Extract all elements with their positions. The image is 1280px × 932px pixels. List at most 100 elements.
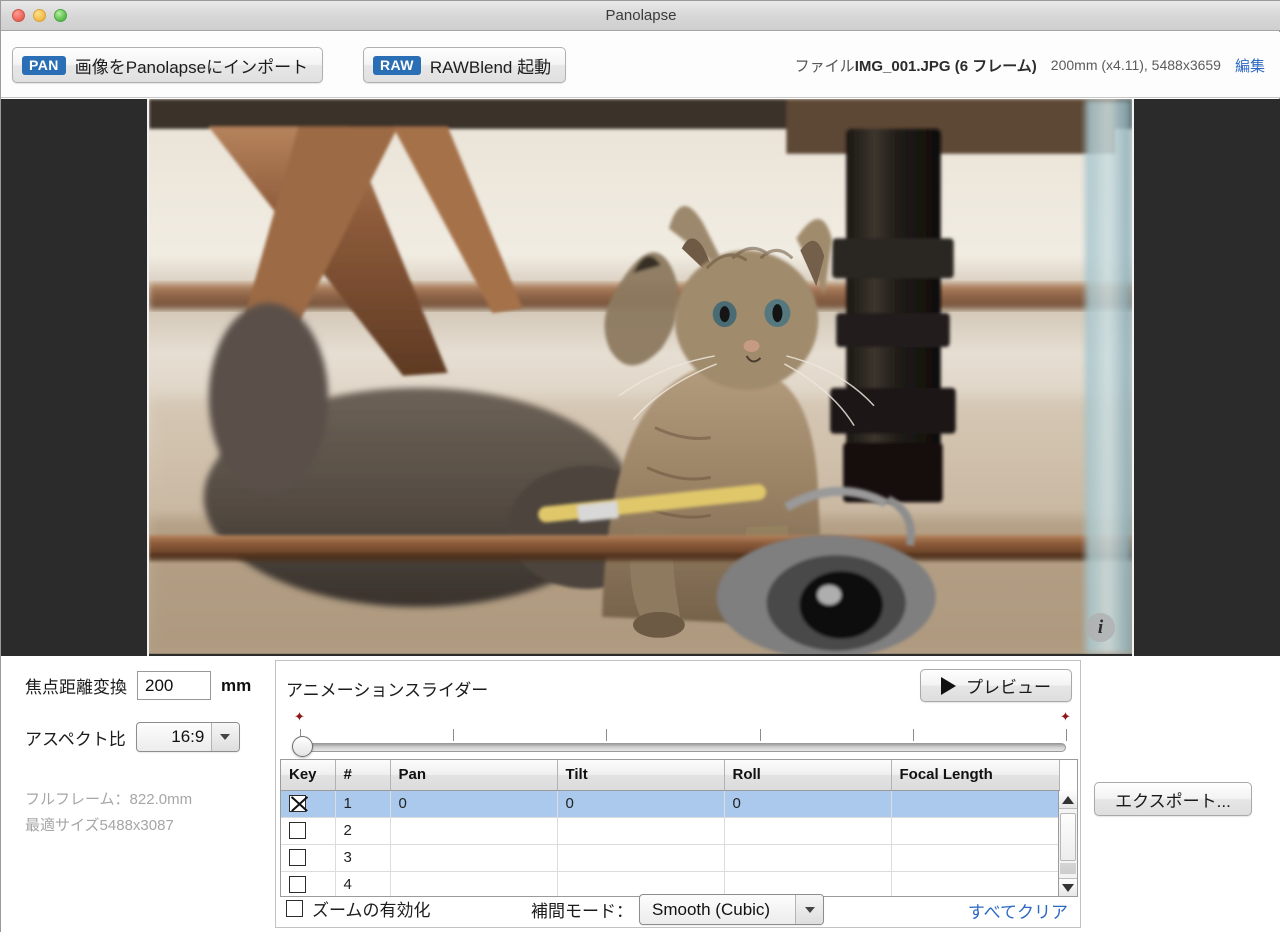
keyframe-table: Key # Pan Tilt Roll Focal Length 1000234 — [281, 760, 1060, 896]
interpolation-mode-label: 補間モード： — [531, 902, 633, 921]
table-header-tilt[interactable]: Tilt — [557, 760, 725, 791]
enable-zoom-checkbox[interactable]: ズームの有効化 — [286, 896, 431, 921]
slider-tick — [912, 729, 914, 741]
row-index-cell[interactable]: 1 — [335, 790, 391, 818]
play-icon — [941, 676, 956, 695]
window-controls — [12, 9, 67, 22]
animation-footer: ズームの有効化 補間モード： Smooth (Cubic) すべてクリア — [282, 891, 1074, 925]
tilt-cell[interactable]: 0 — [557, 790, 725, 818]
slider-track[interactable] — [300, 743, 1066, 752]
roll-cell[interactable]: 0 — [724, 790, 892, 818]
table-body: 1000234 — [281, 790, 1060, 896]
focal-length-cell[interactable] — [891, 817, 1060, 845]
chevron-down-icon — [795, 895, 823, 924]
import-images-label: 画像をPanolapseにインポート — [74, 57, 309, 77]
clear-all-link[interactable]: すべてクリア — [968, 898, 1068, 923]
focal-length-cell[interactable] — [891, 844, 1060, 872]
pan-cell[interactable] — [390, 817, 558, 845]
table-header-key[interactable]: Key — [281, 760, 336, 791]
slider-tick — [1066, 729, 1067, 741]
fullframe-hint: フルフレーム：822.0mm — [25, 791, 193, 808]
animation-panel: アニメーションスライダー プレビュー ✦ ✦ Key#PanTiltRo — [275, 660, 1081, 928]
chevron-down-icon — [210, 723, 239, 751]
toolbar: PAN 画像をPanolapseにインポート RAW RAWBlend 起動 フ… — [1, 32, 1280, 98]
image-viewer[interactable]: i — [1, 99, 1280, 656]
focal-length-row: 焦点距離変換 mm — [25, 671, 251, 700]
scrollbar-thumb[interactable] — [1060, 813, 1076, 861]
bottom-panel: 焦点距離変換 mm アスペクト比 16:9 フルフレーム：822.0mm 最適サ… — [1, 656, 1280, 932]
table-scrollbar[interactable] — [1058, 791, 1077, 896]
file-dimensions-text: 200mm (x4.11), 5488x3659 — [1050, 57, 1221, 73]
edit-link[interactable]: 編集 — [1235, 55, 1265, 76]
focal-length-label: 焦点距離変換 — [25, 678, 127, 697]
close-button[interactable] — [12, 9, 25, 22]
keyframe-checkbox-cell[interactable] — [281, 844, 336, 872]
focal-length-input[interactable] — [137, 671, 211, 700]
tilt-cell[interactable] — [557, 817, 725, 845]
size-hints: フルフレーム：822.0mm 最適サイズ5488x3087 — [25, 787, 192, 839]
keyframe-marker-end-icon[interactable]: ✦ — [1060, 710, 1071, 723]
keyframe-marker-start-icon[interactable]: ✦ — [294, 710, 305, 723]
zoom-button[interactable] — [54, 9, 67, 22]
title-bar: Panolapse — [1, 1, 1280, 31]
pan-badge-icon: PAN — [22, 55, 66, 75]
keyframe-checkbox-cell[interactable] — [281, 817, 336, 845]
scroll-up-icon[interactable] — [1059, 791, 1077, 809]
keyframe-table-wrapper: Key # Pan Tilt Roll Focal Length 1000234 — [280, 759, 1078, 897]
scrollbar-track[interactable] — [1060, 863, 1076, 874]
tilt-cell[interactable] — [557, 844, 725, 872]
interpolation-mode-row: 補間モード： Smooth (Cubic) — [531, 894, 824, 925]
interpolation-mode-value: Smooth (Cubic) — [652, 899, 771, 919]
minimize-button[interactable] — [33, 9, 46, 22]
table-row[interactable]: 1000 — [281, 790, 1060, 818]
slider-tick — [606, 729, 608, 741]
photo-frame: i — [147, 99, 1134, 656]
checkbox-icon[interactable] — [289, 822, 306, 840]
animation-slider-title: アニメーションスライダー — [286, 681, 489, 700]
optimal-size-hint: 最適サイズ5488x3087 — [25, 817, 174, 834]
launch-rawblend-label: RAWBlend 起動 — [429, 57, 552, 77]
timeline-slider[interactable]: ✦ ✦ — [286, 710, 1072, 757]
checkbox-checked-icon[interactable] — [289, 795, 306, 813]
export-button[interactable]: エクスポート... — [1094, 782, 1252, 816]
roll-cell[interactable] — [724, 844, 892, 872]
enable-zoom-label: ズームの有効化 — [312, 901, 431, 920]
table-header-roll[interactable]: Roll — [724, 760, 892, 791]
launch-rawblend-button[interactable]: RAW RAWBlend 起動 — [363, 47, 567, 83]
interpolation-mode-select[interactable]: Smooth (Cubic) — [639, 894, 824, 925]
pan-cell[interactable] — [390, 844, 558, 872]
slider-tick — [453, 729, 455, 741]
checkbox-icon[interactable] — [289, 849, 306, 867]
app-window: Panolapse PAN 画像をPanolapseにインポート RAW RAW… — [0, 0, 1280, 932]
aspect-ratio-label: アスペクト比 — [25, 729, 126, 749]
preview-label: プレビュー — [966, 678, 1051, 697]
row-index-cell[interactable]: 2 — [335, 817, 391, 845]
row-index-cell[interactable]: 3 — [335, 844, 391, 872]
info-icon[interactable]: i — [1086, 613, 1115, 642]
table-header-focal-length[interactable]: Focal Length — [891, 760, 1060, 791]
pan-cell[interactable]: 0 — [390, 790, 558, 818]
table-row[interactable]: 3 — [281, 844, 1060, 872]
table-header-[interactable]: # — [335, 760, 391, 791]
keyframe-checkbox-cell[interactable] — [281, 790, 336, 818]
slider-tick — [759, 729, 761, 741]
preview-button[interactable]: プレビュー — [920, 669, 1072, 702]
table-header-row: Key # Pan Tilt Roll Focal Length — [281, 760, 1060, 791]
slider-ticks — [300, 729, 1067, 741]
file-name-text: ファイルIMG_001.JPG (6 フレーム) — [794, 57, 1037, 75]
table-row[interactable]: 2 — [281, 817, 1060, 845]
kitten-photo — [149, 99, 1132, 654]
file-info: ファイルIMG_001.JPG (6 フレーム) 200mm (x4.11), … — [795, 32, 1265, 98]
import-images-button[interactable]: PAN 画像をPanolapseにインポート — [12, 47, 324, 83]
aspect-ratio-row: アスペクト比 16:9 — [25, 722, 240, 752]
table-header-pan[interactable]: Pan — [390, 760, 558, 791]
window-title: Panolapse — [605, 7, 677, 24]
raw-badge-icon: RAW — [373, 55, 421, 75]
settings-panel: 焦点距離変換 mm アスペクト比 16:9 フルフレーム：822.0mm 最適サ… — [1, 656, 273, 932]
aspect-ratio-value: 16:9 — [171, 727, 205, 746]
roll-cell[interactable] — [724, 817, 892, 845]
aspect-ratio-select[interactable]: 16:9 — [135, 722, 240, 752]
slider-handle[interactable] — [292, 736, 313, 757]
focal-length-unit: mm — [221, 675, 252, 695]
focal-length-cell[interactable] — [891, 790, 1060, 818]
